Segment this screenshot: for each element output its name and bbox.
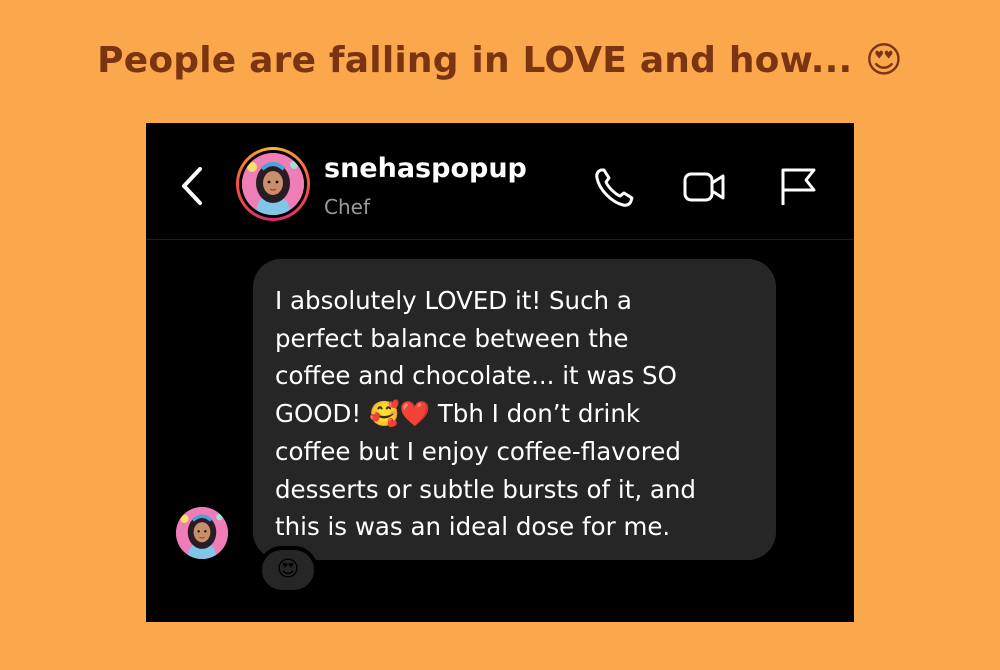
message-bubble[interactable]: I absolutely LOVED it! Such a perfect ba… [253, 259, 776, 560]
profile-avatar[interactable] [236, 147, 310, 221]
avatar-illustration-icon [176, 507, 228, 559]
sender-avatar[interactable] [176, 507, 228, 559]
user-subtitle: Chef [324, 195, 370, 219]
avatar-illustration-icon [242, 153, 304, 215]
phone-icon[interactable] [592, 165, 636, 209]
flag-icon[interactable] [776, 165, 820, 209]
dm-screen: snehaspopup Chef I absolutely LOVED it! [146, 123, 854, 622]
chat-header: snehaspopup Chef [146, 123, 854, 240]
video-camera-icon[interactable] [682, 165, 726, 209]
message-reaction[interactable]: 😍 [258, 546, 318, 594]
back-chevron-icon[interactable] [176, 163, 212, 209]
message-text: I absolutely LOVED it! Such a perfect ba… [275, 286, 696, 542]
username[interactable]: snehaspopup [324, 153, 527, 184]
headline: People are falling in LOVE and how... 😍 [97, 40, 903, 81]
heart-eyes-emoji-icon: 😍 [276, 557, 300, 582]
